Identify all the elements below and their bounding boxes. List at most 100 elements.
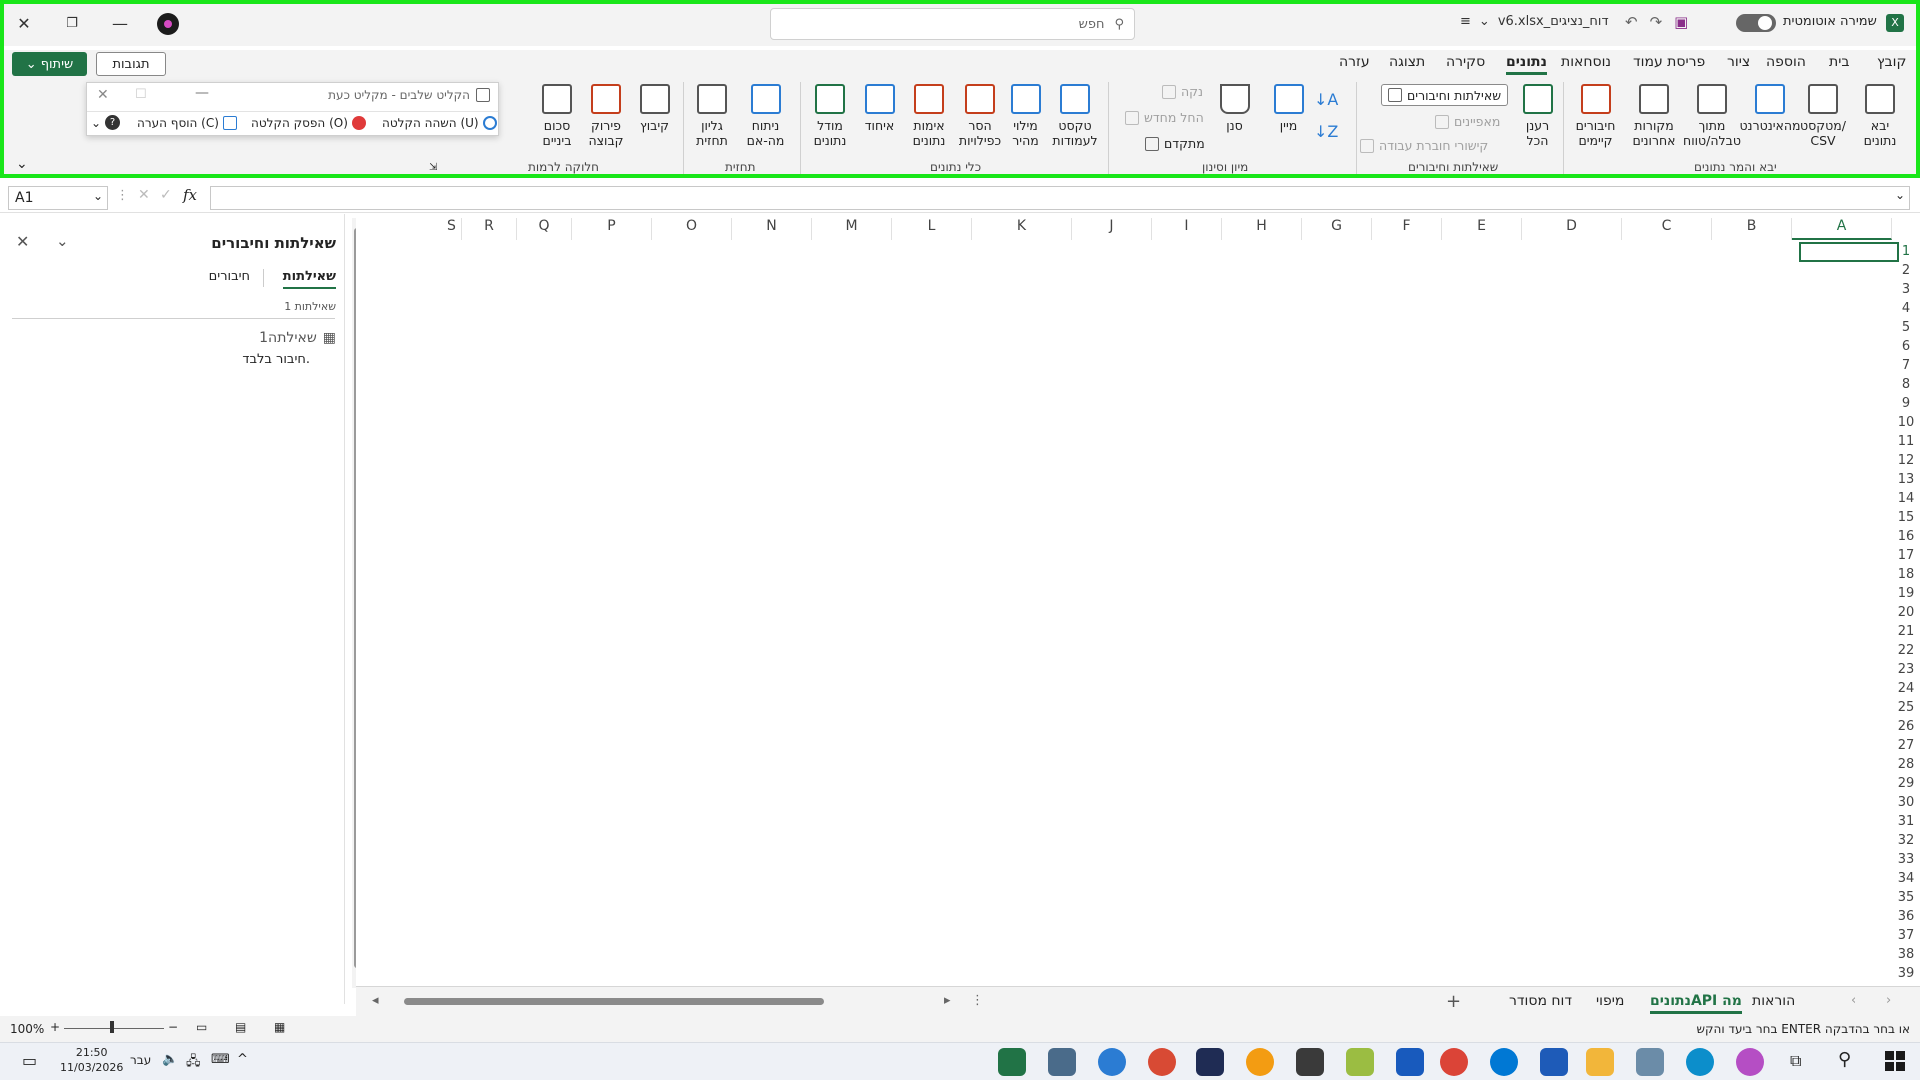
column-header-s[interactable]: S [442,218,462,240]
tab-data[interactable]: נתונים [1506,54,1547,75]
sheet-tab-report[interactable]: דוח מסודר [1509,993,1572,1009]
edge-app-icon[interactable] [1686,1048,1714,1076]
language-indicator[interactable]: עבר [130,1053,151,1067]
sort-az-icon[interactable]: ↓A [1314,90,1338,109]
query-item[interactable]: שאילתה1 ▦ [259,330,336,346]
column-header-c[interactable]: C [1622,218,1712,240]
page-layout-view-icon[interactable]: ▤ [235,1020,246,1034]
network-icon[interactable]: 🖧 [186,1052,201,1074]
sheet-nav-right-icon[interactable]: › [1886,993,1891,1008]
row-header-8[interactable]: 8 [1892,377,1920,392]
zoom-slider-thumb[interactable] [110,1021,114,1033]
row-header-14[interactable]: 14 [1892,491,1920,506]
cancel-entry-icon[interactable]: ✕ [138,187,150,203]
tab-draw[interactable]: ציור [1727,54,1750,70]
data-model-button[interactable]: מודל נתונים [805,84,855,148]
row-header-22[interactable]: 22 [1892,643,1920,658]
formula-options-icon[interactable]: ⋮ [116,188,129,203]
sort-za-icon[interactable]: ↓Z [1314,122,1338,141]
tab-queries[interactable]: שאילתות [282,269,336,289]
filename-dropdown-icon[interactable]: ⌄ [1479,14,1490,29]
add-comment-button[interactable]: הוסף הערה (C) [137,116,237,130]
column-header-a[interactable]: A [1792,218,1892,240]
row-header-31[interactable]: 31 [1892,814,1920,829]
column-header-e[interactable]: E [1442,218,1522,240]
clock[interactable]: 21:50 11/03/2026 [60,1045,123,1075]
column-header-o[interactable]: O [652,218,732,240]
tab-connections[interactable]: חיבורים [209,269,250,284]
notification-icon[interactable]: ▭ [22,1051,37,1070]
row-header-12[interactable]: 12 [1892,453,1920,468]
row-header-6[interactable]: 6 [1892,339,1920,354]
formula-input[interactable] [210,186,1910,210]
tab-insert[interactable]: הוספה [1766,54,1806,70]
pause-recording-button[interactable]: השהה הקלטה (U) [382,116,497,130]
zoom-level[interactable]: 100% [10,1022,44,1036]
remove-duplicates-button[interactable]: הסר כפילויות [955,84,1005,148]
workbook-links-button[interactable]: קישורי חוברת עבודה [1360,138,1488,153]
row-header-9[interactable]: 9 [1892,396,1920,411]
tool-app-icon[interactable] [1148,1048,1176,1076]
existing-connections-button[interactable]: חיבורים קיימים [1568,84,1623,148]
pane-close-icon[interactable]: ✕ [16,232,29,251]
tab-view[interactable]: תצוגה [1389,54,1425,70]
minimize-window-icon[interactable]: — [104,8,136,38]
row-header-2[interactable]: 2 [1892,263,1920,278]
row-header-39[interactable]: 39 [1892,966,1920,981]
comments-button[interactable]: תגובות [96,52,166,76]
what-if-button[interactable]: ניתוח מה-אם [738,84,793,148]
row-header-19[interactable]: 19 [1892,586,1920,601]
customize-qat-icon[interactable]: ≡ [1460,14,1471,29]
row-header-28[interactable]: 28 [1892,757,1920,772]
column-header-j[interactable]: J [1072,218,1152,240]
tray-expand-icon[interactable]: ^ [237,1052,248,1067]
data-validation-button[interactable]: אימות נתונים [903,84,955,148]
row-header-11[interactable]: 11 [1892,434,1920,449]
pane-options-icon[interactable]: ⌄ [56,232,69,250]
row-header-27[interactable]: 27 [1892,738,1920,753]
word-app-icon[interactable] [1396,1048,1424,1076]
row-header-29[interactable]: 29 [1892,776,1920,791]
row-header-3[interactable]: 3 [1892,282,1920,297]
row-header-18[interactable]: 18 [1892,567,1920,582]
worksheet-grid[interactable]: ABCDEFGHIJKLMNOPQRS 1 2 3 4 5 6 7 8 9 10 11 12 13 14 1… [356,214,1920,986]
from-web-button[interactable]: מהאינטרנט [1739,84,1801,133]
undo-icon[interactable]: ↶ [1625,13,1638,31]
stop-recording-button[interactable]: הפסק הקלטה (O) [251,116,366,130]
row-header-20[interactable]: 20 [1892,605,1920,620]
row-header-33[interactable]: 33 [1892,852,1920,867]
start-button-icon[interactable] [1885,1051,1905,1071]
sheet-nav-left-icon[interactable]: ‹ [1851,993,1856,1008]
collapse-ribbon-icon[interactable]: ⌄ [16,156,28,172]
forecast-sheet-button[interactable]: גליון תחזית [687,84,737,148]
column-header-b[interactable]: B [1712,218,1792,240]
media-app-icon[interactable] [1296,1048,1324,1076]
tab-home[interactable]: בית [1829,54,1849,70]
group-button[interactable]: קיבוץ [632,84,677,133]
column-header-l[interactable]: L [892,218,972,240]
row-header-25[interactable]: 25 [1892,700,1920,715]
zoom-out-icon[interactable]: − [168,1020,178,1034]
row-header-35[interactable]: 35 [1892,890,1920,905]
column-header-h[interactable]: H [1222,218,1302,240]
clear-filter-button[interactable]: נקה [1162,84,1203,99]
steps-recorder-app-icon[interactable] [1048,1048,1076,1076]
excel-app-icon[interactable] [998,1048,1026,1076]
insert-function-icon[interactable]: fx [183,186,197,204]
row-header-13[interactable]: 13 [1892,472,1920,487]
row-header-21[interactable]: 21 [1892,624,1920,639]
column-header-n[interactable]: N [732,218,812,240]
zoom-slider[interactable] [64,1028,164,1029]
row-header-7[interactable]: 7 [1892,358,1920,373]
queries-connections-button[interactable]: שאילתות וחיבורים [1381,84,1509,106]
row-header-30[interactable]: 30 [1892,795,1920,810]
row-header-37[interactable]: 37 [1892,928,1920,943]
copilot-app-icon[interactable] [1736,1048,1764,1076]
calendar-app-icon[interactable] [1540,1048,1568,1076]
get-data-button[interactable]: יבא נתונים [1855,84,1905,148]
text-to-columns-button[interactable]: טקסט לעמודות [1046,84,1104,148]
sheet-tab-mapping[interactable]: מיפוי [1596,993,1624,1009]
tab-page-layout[interactable]: פריסת עמוד [1633,54,1705,70]
row-header-4[interactable]: 4 [1892,301,1920,316]
column-header-k[interactable]: K [972,218,1072,240]
